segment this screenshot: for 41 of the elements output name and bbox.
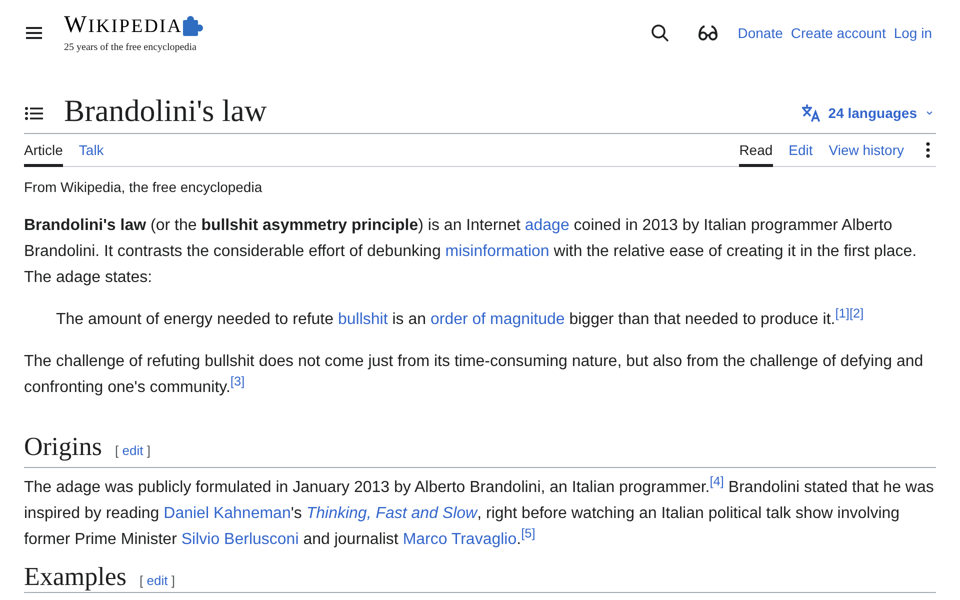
page-tab[interactable]: Article: [24, 134, 63, 167]
page-title: Brandolini's law: [64, 93, 267, 129]
article-link[interactable]: bullshit: [338, 311, 388, 328]
section-heading: Examples: [24, 562, 127, 592]
paragraph: The challenge of refuting bullshit does not come just from its time-consuming nature, but also from the challenge of defying and confronting one's community.$^{[3]}$: [24, 352, 924, 398]
menu-icon[interactable]: [26, 27, 42, 39]
view-tab[interactable]: Read: [739, 134, 773, 167]
view-tab[interactable]: Edit: [788, 134, 813, 167]
glasses-icon[interactable]: [698, 25, 718, 41]
languages-button[interactable]: 24 languages: [801, 104, 936, 122]
more-options-icon[interactable]: [926, 142, 930, 158]
article-link[interactable]: Thinking, Fast and Slow: [306, 505, 478, 522]
article-link[interactable]: adage: [524, 217, 570, 234]
article-link[interactable]: Marco Travaglio: [402, 531, 517, 548]
citation-link[interactable]: [1]: [835, 306, 850, 321]
header-link[interactable]: Create account: [790, 25, 886, 41]
section-edit-link[interactable]: [ edit ]: [115, 443, 150, 458]
article-link[interactable]: Daniel Kahneman: [164, 505, 291, 522]
puzzle-piece-icon[interactable]: [182, 14, 204, 36]
article-link[interactable]: order of magnitude: [430, 311, 565, 328]
section-heading: Origins: [24, 431, 102, 463]
citation-link[interactable]: [4]: [710, 474, 724, 489]
wikipedia-wordmark[interactable]: WIKIPEDIA: [64, 12, 182, 38]
translate-icon: [801, 104, 822, 122]
header-link[interactable]: Log in: [894, 25, 932, 41]
chevron-down-icon: [926, 111, 933, 115]
article-link[interactable]: misinformation: [445, 243, 550, 260]
page-tab[interactable]: Talk: [78, 134, 104, 167]
logo-tagline: 25 years of the free encyclopedia: [64, 42, 198, 54]
header-link[interactable]: Donate: [738, 25, 783, 41]
paragraph: Brandolini's law (or the bullshit asymmetry principle) is an Internet adage coined in 2013 by Italian programmer Alberto Brandolini. It contrasts the considerable effort of debunking misinformation with the relative ease of creating it in the first place. The adage states:: [24, 216, 918, 288]
citation-link[interactable]: [5]: [521, 526, 536, 541]
site-subtitle: From Wikipedia, the free encyclopedia: [24, 178, 264, 197]
list-icon[interactable]: [25, 106, 43, 120]
paragraph: The adage was publicly formulated in January 2013 by Alberto Brandolini, an Italian programmer.$^{[4]}$ Brandolini stated that he was inspired by reading Daniel Kahneman's Thinking, Fast and Slow, right before watching an Italian political talk show involving former Prime Minister Silvio Berlusconi and journalist Marco Travaglio.$^{[5]}$: [24, 475, 935, 550]
citation-link[interactable]: [3]: [230, 374, 245, 389]
article-link[interactable]: Silvio Berlusconi: [181, 531, 299, 548]
view-tab[interactable]: View history: [828, 134, 904, 167]
citation-link[interactable]: [2]: [849, 306, 864, 321]
search-icon[interactable]: [650, 24, 669, 42]
section-edit-link[interactable]: [ edit ]: [140, 573, 175, 588]
